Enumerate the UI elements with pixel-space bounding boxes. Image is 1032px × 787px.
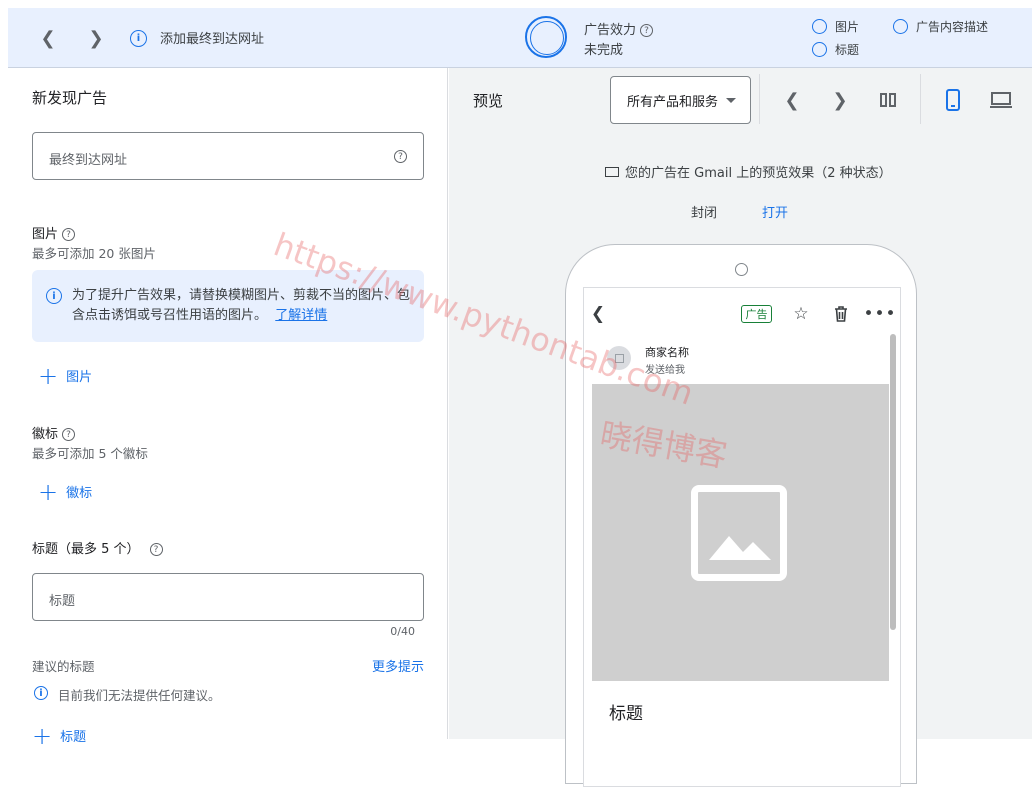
headlines-label: 标题（最多 5 个）? (32, 538, 163, 557)
image-quality-notice: i 为了提升广告效果，请替换模糊图片、剪裁不当的图片、包含点击诱饵或号召性用语的… (32, 270, 424, 342)
plus-icon: + (38, 477, 59, 506)
ad-editor-panel: 新发现广告 最终到达网址 ? 图片? 最多可添加 20 张图片 i 为了提升广告… (8, 68, 448, 748)
circle-icon (893, 19, 908, 34)
checklist-item-images: 图片 (812, 18, 859, 35)
sent-to-label: 发送给我 (645, 365, 685, 376)
images-hint: 最多可添加 20 张图片 (32, 246, 156, 261)
image-icon (691, 485, 787, 581)
phone-frame: ❮ 广告 ☆ ••• 商家名称 发送给我 标题 (565, 244, 917, 787)
desktop-device-icon[interactable] (989, 88, 1013, 112)
trash-icon (829, 302, 853, 326)
mobile-device-icon[interactable] (941, 88, 965, 112)
info-icon: i (130, 30, 147, 47)
learn-more-link[interactable]: 了解详情 (275, 308, 327, 323)
images-label: 图片? (32, 223, 76, 242)
info-icon: i (34, 686, 48, 700)
checklist-item-headlines: 标题 (812, 41, 859, 58)
help-icon[interactable]: ? (62, 228, 76, 241)
help-icon[interactable]: ? (394, 150, 407, 163)
checklist-item-descriptions: 广告内容描述 (893, 18, 988, 35)
divider (920, 74, 921, 124)
help-icon[interactable]: ? (640, 24, 654, 37)
add-image-button[interactable]: + 图片 (38, 361, 92, 390)
no-suggestions-text: 目前我们无法提供任何建议。 (58, 688, 221, 703)
chevron-right-icon[interactable]: ❯ (84, 26, 108, 50)
help-icon[interactable]: ? (149, 543, 163, 556)
merchant-avatar (607, 346, 631, 370)
effectiveness-ring (525, 16, 567, 58)
headline-counter: 0/40 (390, 625, 415, 638)
plus-icon: + (38, 361, 59, 390)
preview-title: 预览 (473, 92, 504, 110)
final-url-placeholder: 最终到达网址 (49, 153, 128, 168)
headline-placeholder: 标题 (49, 594, 76, 609)
chevron-left-icon[interactable]: ❮ (36, 26, 60, 50)
divider (759, 74, 760, 124)
preview-caption: 您的广告在 Gmail 上的预览效果（2 种状态） (605, 162, 892, 181)
top-bar: ❮ ❯ i 添加最终到达网址 广告效力? 未完成 图片 标题 广告内容描述 (8, 8, 1032, 68)
caret-down-icon (726, 97, 737, 103)
chevron-right-icon[interactable]: ❯ (828, 88, 852, 112)
logos-hint: 最多可添加 5 个徽标 (32, 446, 148, 461)
back-arrow-icon: ❮ (590, 304, 606, 324)
ad-badge: 广告 (741, 305, 772, 323)
image-icon (614, 353, 624, 363)
effectiveness-status: 未完成 (584, 43, 624, 58)
scrollbar[interactable] (890, 334, 896, 630)
more-tips-link[interactable]: 更多提示 (372, 656, 424, 675)
camera-icon (735, 263, 748, 276)
tab-open[interactable]: 打开 (762, 202, 788, 221)
headline-input[interactable]: 标题 (32, 573, 424, 621)
circle-icon (812, 42, 827, 57)
gmail-screen: ❮ 广告 ☆ ••• 商家名称 发送给我 标题 (583, 287, 901, 787)
effectiveness-title: 广告效力? (584, 19, 654, 38)
preview-panel: 预览 所有产品和服务 ❮ ❯ 您的广告在 Gmail 上的预览效果（2 种状态）… (449, 68, 1032, 787)
suggested-headlines-label: 建议的标题 (32, 659, 95, 674)
add-logo-button[interactable]: + 徽标 (38, 477, 92, 506)
tab-closed[interactable]: 封闭 (691, 202, 717, 221)
final-url-field[interactable]: 最终到达网址 ? (32, 132, 424, 180)
product-filter-dropdown[interactable]: 所有产品和服务 (610, 76, 751, 124)
plus-icon: + (32, 721, 53, 750)
columns-icon[interactable] (876, 88, 900, 112)
url-notice[interactable]: 添加最终到达网址 (160, 28, 264, 47)
preview-headline: 标题 (609, 704, 643, 724)
help-icon[interactable]: ? (62, 428, 76, 441)
more-icon: ••• (863, 304, 897, 324)
star-icon: ☆ (793, 304, 809, 324)
add-headline-button[interactable]: + 标题 (32, 721, 86, 750)
mail-icon (605, 166, 619, 177)
logos-label: 徽标? (32, 423, 76, 442)
editor-title: 新发现广告 (32, 89, 108, 107)
chevron-left-icon[interactable]: ❮ (780, 88, 804, 112)
info-icon: i (46, 288, 62, 304)
circle-icon (812, 19, 827, 34)
image-placeholder (592, 384, 889, 681)
merchant-name: 商家名称 (645, 346, 689, 359)
